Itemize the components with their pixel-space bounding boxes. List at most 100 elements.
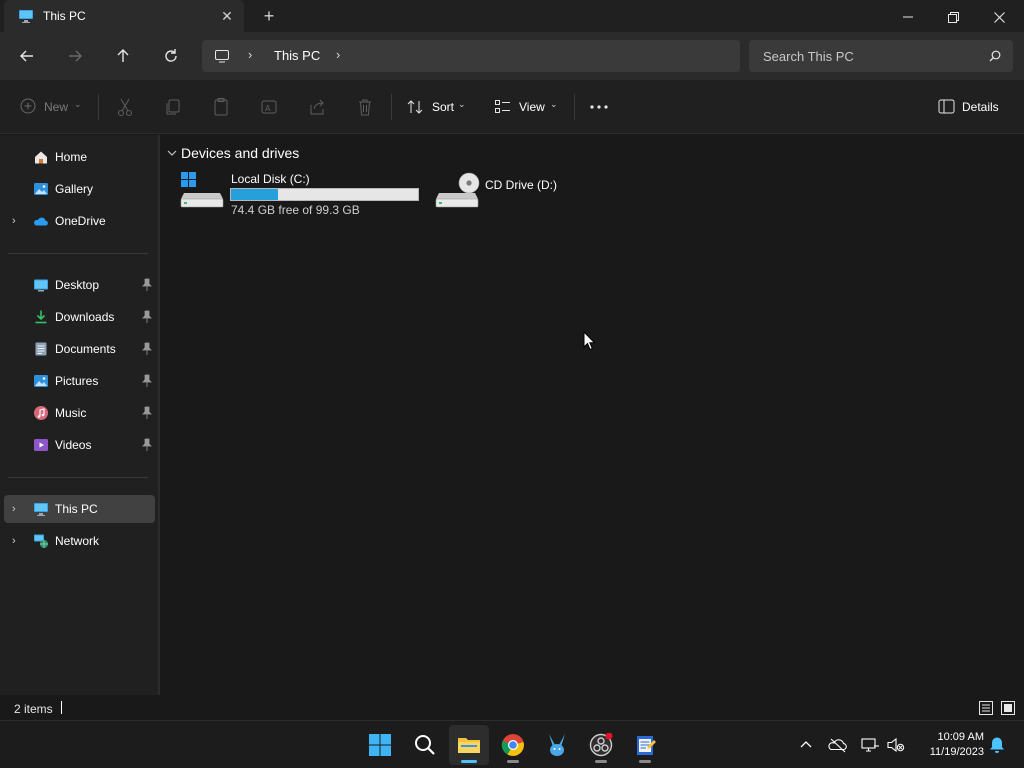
- monitor-icon: [215, 50, 229, 63]
- refresh-icon[interactable]: [159, 44, 183, 68]
- sidebar-item-gallery[interactable]: Gallery: [4, 175, 155, 203]
- breadcrumb-chevron-icon[interactable]: ›: [248, 47, 252, 62]
- restore-button[interactable]: [930, 0, 976, 32]
- breadcrumb-this-pc[interactable]: This PC: [274, 48, 320, 63]
- sidebar-item-music[interactable]: Music: [4, 399, 155, 427]
- up-arrow-icon[interactable]: [111, 44, 135, 68]
- minimize-button[interactable]: [885, 0, 931, 32]
- search-icon: [989, 50, 1001, 62]
- volume-muted-icon[interactable]: [886, 735, 906, 755]
- sidebar-item-label: This PC: [55, 502, 98, 516]
- sort-button[interactable]: Sort ⌄: [404, 94, 470, 120]
- divider: [8, 477, 148, 478]
- sidebar-item-label: Network: [55, 534, 100, 548]
- mouse-pointer-icon: [583, 331, 596, 351]
- sidebar-item-label: Music: [55, 406, 87, 420]
- expand-chevron-icon[interactable]: ›: [12, 535, 22, 547]
- status-separator: [61, 701, 62, 714]
- rename-icon[interactable]: A: [260, 97, 278, 117]
- pin-icon[interactable]: [141, 406, 153, 420]
- more-options-icon[interactable]: [589, 97, 609, 117]
- close-window-button[interactable]: [976, 0, 1022, 32]
- sidebar-item-videos[interactable]: Videos: [4, 431, 155, 459]
- details-button[interactable]: Details: [936, 94, 1008, 120]
- music-icon: [34, 406, 48, 420]
- details-view-icon[interactable]: [978, 700, 994, 716]
- sidebar-item-desktop[interactable]: Desktop: [4, 271, 155, 299]
- onedrive-offline-icon[interactable]: [828, 735, 848, 755]
- pin-icon[interactable]: [141, 310, 153, 324]
- collapse-chevron-icon[interactable]: [166, 148, 178, 158]
- hard-drive-icon: [180, 172, 224, 208]
- close-tab-icon[interactable]: ✕: [218, 7, 236, 25]
- breadcrumb-chevron-icon[interactable]: ›: [336, 47, 340, 62]
- sidebar-item-label: OneDrive: [55, 214, 106, 228]
- details-label: Details: [962, 100, 999, 114]
- obs-taskbar-button[interactable]: [581, 725, 621, 765]
- new-button[interactable]: New ⌄: [18, 94, 84, 120]
- new-tab-icon[interactable]: +: [259, 6, 279, 26]
- pin-icon[interactable]: [141, 438, 153, 452]
- sort-label: Sort: [432, 100, 455, 114]
- start-button[interactable]: [360, 725, 400, 765]
- system-clock[interactable]: 10:09 AM 11/19/2023: [916, 730, 984, 760]
- this-pc-icon: [19, 10, 33, 23]
- pin-icon[interactable]: [141, 374, 153, 388]
- address-bar[interactable]: › This PC ›: [202, 40, 740, 72]
- sort-icon: [407, 100, 423, 114]
- file-list[interactable]: Devices and drives Local Disk (C:) 74.4 …: [160, 135, 1024, 695]
- back-arrow-icon[interactable]: [15, 44, 39, 68]
- group-header-devices-and-drives[interactable]: Devices and drives: [181, 145, 299, 161]
- paste-icon[interactable]: [212, 97, 230, 117]
- running-indicator: [595, 760, 607, 763]
- delete-icon[interactable]: [356, 97, 374, 117]
- running-indicator: [639, 760, 651, 763]
- sidebar-item-this-pc[interactable]: › This PC: [4, 495, 155, 523]
- network-status-icon[interactable]: [860, 735, 880, 755]
- view-list-icon: [495, 100, 510, 113]
- sidebar-item-label: Downloads: [55, 310, 115, 324]
- chevron-up-icon[interactable]: [796, 735, 816, 755]
- notepad-taskbar-button[interactable]: [625, 725, 665, 765]
- drive-local-disk-c[interactable]: Local Disk (C:) 74.4 GB free of 99.3 GB: [178, 171, 423, 217]
- expand-chevron-icon[interactable]: ›: [12, 215, 22, 227]
- bunny-app-icon: [549, 734, 565, 756]
- expand-chevron-icon[interactable]: ›: [12, 503, 22, 515]
- tab-this-pc[interactable]: This PC ✕: [4, 0, 244, 32]
- sidebar-item-downloads[interactable]: Downloads: [4, 303, 155, 331]
- clock-date: 11/19/2023: [929, 746, 984, 758]
- large-icons-view-icon[interactable]: [1000, 700, 1016, 716]
- forward-arrow-icon[interactable]: [63, 44, 87, 68]
- copy-icon[interactable]: [164, 97, 182, 117]
- plus-circle-icon: [20, 98, 36, 114]
- sidebar-item-home[interactable]: Home: [4, 143, 155, 171]
- tab-title: This PC: [43, 9, 86, 23]
- cut-icon[interactable]: [116, 97, 134, 117]
- sidebar-item-onedrive[interactable]: › OneDrive: [4, 207, 155, 235]
- sidebar-item-network[interactable]: › Network: [4, 527, 155, 555]
- command-bar: New ⌄ A Sort ⌄ View ⌄ Details: [0, 80, 1024, 134]
- view-button[interactable]: View ⌄: [492, 94, 562, 120]
- share-icon[interactable]: [308, 97, 326, 117]
- sidebar-item-label: Home: [55, 150, 88, 164]
- sidebar-item-pictures[interactable]: Pictures: [4, 367, 155, 395]
- title-bar: This PC ✕ +: [0, 0, 1024, 32]
- pin-icon[interactable]: [141, 342, 153, 356]
- pin-icon[interactable]: [141, 278, 153, 292]
- notification-bell-icon[interactable]: [987, 735, 1007, 755]
- item-count: 2 items: [14, 702, 53, 716]
- documents-icon: [35, 342, 47, 356]
- clock-time: 10:09 AM: [937, 731, 984, 743]
- search-input[interactable]: Search This PC: [749, 40, 1013, 72]
- divider: [98, 94, 99, 120]
- file-explorer-taskbar-button[interactable]: [449, 725, 489, 765]
- drive-name: CD Drive (D:): [485, 178, 557, 192]
- drive-cd-drive-d[interactable]: CD Drive (D:): [433, 171, 573, 217]
- search-taskbar-button[interactable]: [405, 725, 445, 765]
- search-icon: [415, 735, 435, 755]
- sidebar-item-documents[interactable]: Documents: [4, 335, 155, 363]
- chrome-taskbar-button[interactable]: [493, 725, 533, 765]
- view-label: View: [519, 100, 545, 114]
- chrome-icon: [501, 734, 524, 756]
- app-taskbar-button[interactable]: [537, 725, 577, 765]
